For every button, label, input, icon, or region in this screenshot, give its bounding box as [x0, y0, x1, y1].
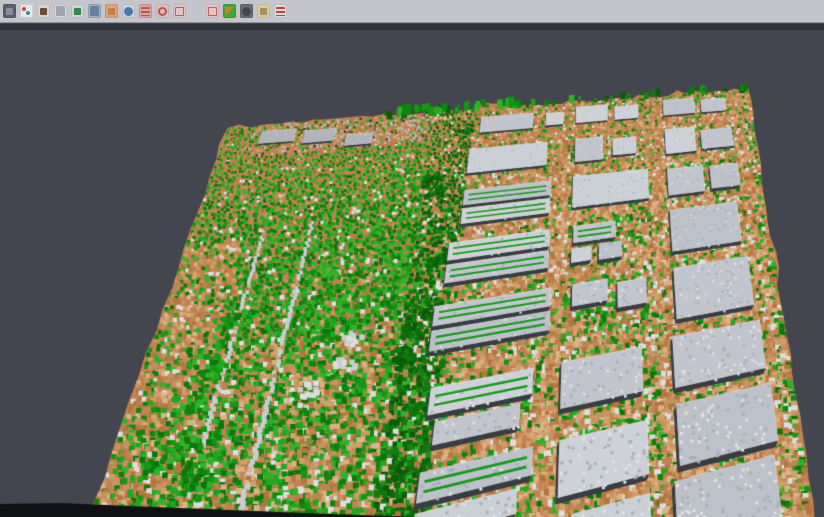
toolbar-separator	[190, 11, 202, 12]
globe-icon-glyph	[124, 7, 133, 16]
tin-surface-icon[interactable]	[37, 4, 50, 18]
profile-view-icon[interactable]	[88, 4, 101, 18]
target-ring-icon-glyph	[158, 7, 167, 16]
open-scene-icon-glyph	[6, 8, 13, 15]
measure-crossing-icon[interactable]	[257, 4, 270, 18]
class-list-icon[interactable]	[139, 4, 152, 18]
ortho-image-icon[interactable]	[105, 4, 118, 18]
colorize-class-icon[interactable]	[223, 4, 236, 18]
ortho-image-icon-glyph	[108, 8, 115, 15]
class-list-icon-glyph	[141, 7, 150, 16]
tin-surface-icon-glyph	[40, 8, 47, 15]
measure-crossing-icon-glyph	[260, 8, 267, 15]
dtm-green-icon-glyph	[74, 8, 81, 15]
dtm-green-icon[interactable]	[71, 4, 84, 18]
select-extent-icon[interactable]	[173, 4, 186, 18]
profile-view-icon-glyph	[90, 6, 99, 16]
target-ring-icon[interactable]	[156, 4, 169, 18]
layer-red-icon-glyph	[276, 7, 285, 16]
point-markers-icon-glyph	[22, 7, 31, 16]
globe-icon[interactable]	[122, 4, 135, 18]
main-toolbar	[0, 0, 824, 23]
clip-box-icon[interactable]	[206, 4, 219, 18]
point-markers-icon[interactable]	[20, 4, 33, 18]
select-extent-icon-glyph	[175, 7, 184, 16]
clip-box-icon-glyph	[208, 7, 217, 16]
open-scene-icon[interactable]	[3, 4, 16, 18]
sparse-points-icon-glyph	[56, 6, 65, 16]
layer-red-icon[interactable]	[274, 4, 287, 18]
sparse-points-icon[interactable]	[54, 4, 67, 18]
viewport-3d[interactable]	[0, 24, 824, 517]
colorize-class-icon-glyph	[225, 7, 234, 16]
dark-globe-icon-glyph	[242, 7, 251, 16]
dark-globe-icon[interactable]	[240, 4, 253, 18]
